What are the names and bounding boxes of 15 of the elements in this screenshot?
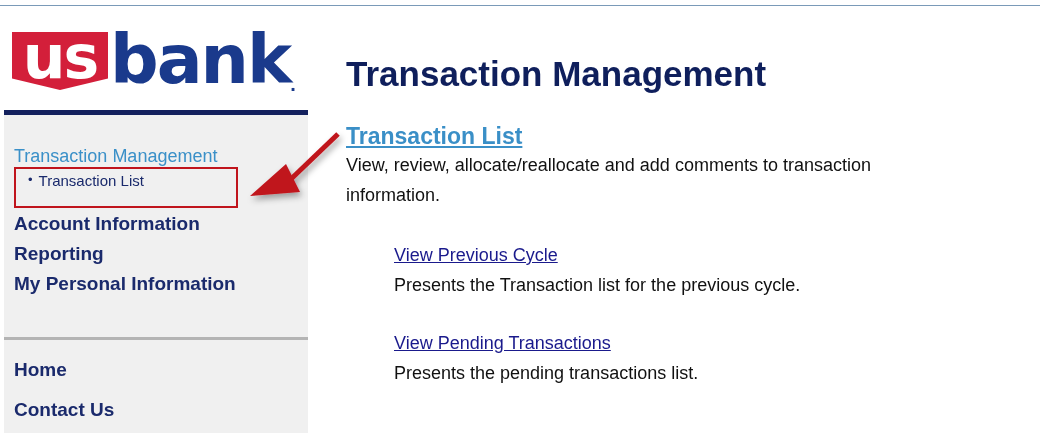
nav-subitem-link[interactable]: Transaction List [38, 172, 144, 190]
option-link[interactable]: View Previous Cycle [394, 240, 558, 270]
logo: us bank. [4, 6, 308, 100]
footer-link[interactable]: Home [14, 350, 308, 390]
nav-link[interactable]: Account Information [14, 209, 308, 239]
section-description: View, review, allocate/reallocate and add comments to transaction information. [346, 154, 872, 207]
nav-link[interactable]: My Personal Information [14, 269, 308, 299]
section-link[interactable]: Transaction List [346, 122, 523, 150]
option-description: Presents the Transaction list for the previous cycle. [394, 274, 802, 297]
nav-link[interactable]: Reporting [14, 239, 308, 269]
bullet: • [28, 172, 33, 188]
option-link[interactable]: View Pending Transactions [394, 328, 611, 358]
page-title: Transaction Management [346, 53, 768, 95]
option-description: Presents the pending transactions list. [394, 362, 700, 385]
footer-link[interactable]: Contact Us [14, 390, 308, 430]
